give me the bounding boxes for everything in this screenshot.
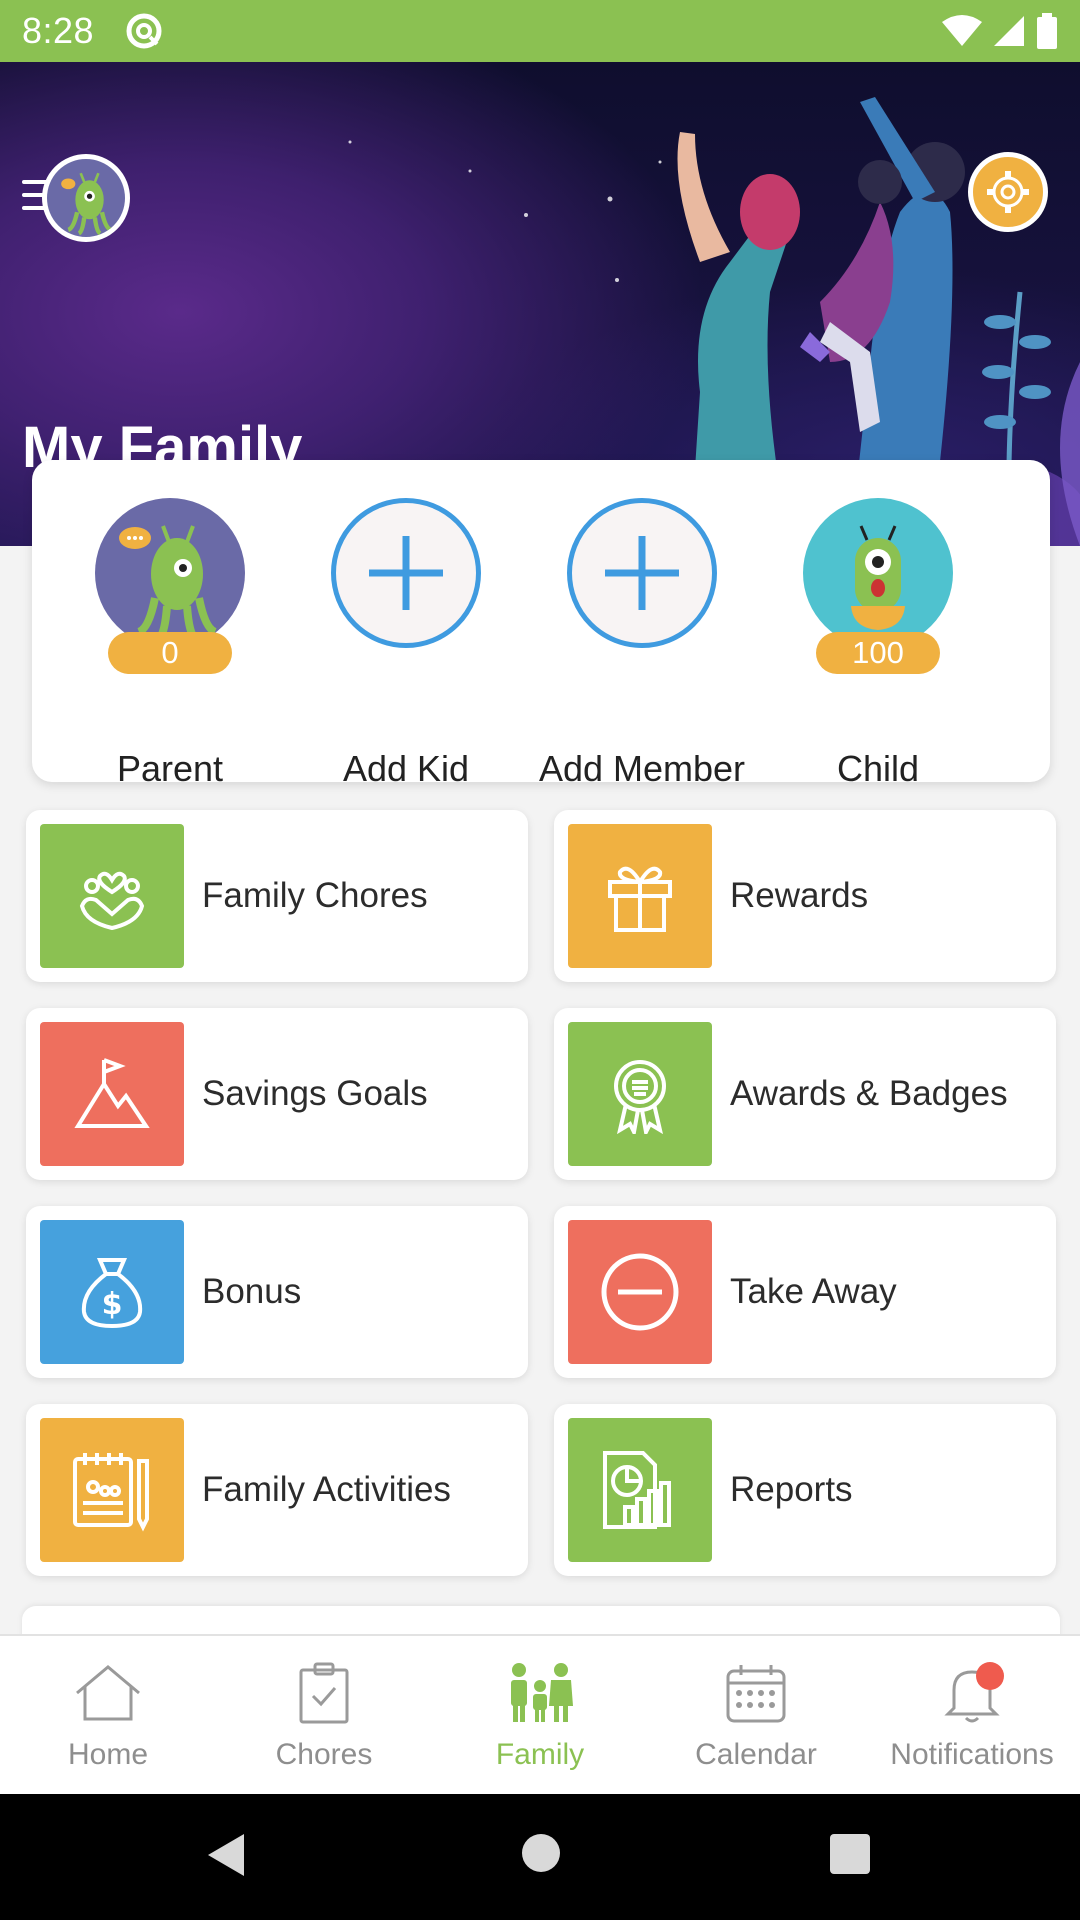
nav-calendar[interactable]: Calendar bbox=[648, 1636, 864, 1794]
report-chart-icon bbox=[568, 1418, 712, 1562]
add-member-circle bbox=[567, 498, 717, 648]
signal-icon bbox=[994, 16, 1024, 46]
tile-family-activities[interactable]: Family Activities bbox=[26, 1404, 528, 1576]
tile-label: Take Away bbox=[730, 1272, 897, 1311]
tile-label: Awards & Badges bbox=[730, 1074, 1008, 1113]
money-bag-icon: $ bbox=[40, 1220, 184, 1364]
points-badge: 0 bbox=[108, 632, 232, 674]
award-ribbon-icon bbox=[568, 1022, 712, 1166]
gift-icon bbox=[568, 824, 712, 968]
tile-label: Rewards bbox=[730, 876, 869, 915]
nav-home[interactable]: Home bbox=[0, 1636, 216, 1794]
settings-button[interactable] bbox=[968, 152, 1048, 232]
family-heart-icon bbox=[40, 824, 184, 968]
parent-avatar bbox=[95, 498, 245, 648]
tile-rewards[interactable]: Rewards bbox=[554, 810, 1056, 982]
wifi-icon bbox=[942, 15, 982, 46]
nav-label: Calendar bbox=[695, 1738, 817, 1771]
svg-text:$: $ bbox=[102, 1287, 123, 1322]
tile-reports[interactable]: Reports bbox=[554, 1404, 1056, 1576]
bell-icon bbox=[936, 1660, 1008, 1726]
nav-chores[interactable]: Chores bbox=[216, 1636, 432, 1794]
add-kid-circle bbox=[331, 498, 481, 648]
notification-badge bbox=[976, 1662, 1004, 1690]
recents-square-icon[interactable] bbox=[830, 1834, 870, 1874]
member-name: Add Kid bbox=[342, 748, 470, 789]
tile-label: Bonus bbox=[202, 1272, 302, 1311]
add-member-button[interactable]: Add Member bbox=[524, 498, 760, 789]
nav-family[interactable]: Family bbox=[432, 1636, 648, 1794]
tile-bonus[interactable]: $ Bonus bbox=[26, 1206, 528, 1378]
minus-circle-icon bbox=[568, 1220, 712, 1364]
add-kid-button[interactable]: Add Kid bbox=[288, 498, 524, 789]
tile-awards-badges[interactable]: Awards & Badges bbox=[554, 1008, 1056, 1180]
system-nav-bar bbox=[0, 1794, 1080, 1920]
member-name: Child bbox=[836, 748, 920, 789]
clipboard-check-icon bbox=[288, 1660, 360, 1726]
family-screen: 8:28 My Family 0 Parent Add Kid Add Memb… bbox=[0, 0, 1080, 1920]
nav-notifications[interactable]: Notifications bbox=[864, 1636, 1080, 1794]
tile-label: Savings Goals bbox=[202, 1074, 428, 1113]
member-child[interactable]: 100 Child bbox=[760, 498, 996, 789]
points-badge: 100 bbox=[816, 632, 940, 674]
nav-label: Chores bbox=[275, 1738, 373, 1771]
gear-icon bbox=[987, 171, 1029, 213]
mountain-flag-icon bbox=[40, 1022, 184, 1166]
nav-label: Home bbox=[67, 1738, 149, 1771]
nav-label: Family bbox=[495, 1738, 585, 1771]
bottom-nav: Home Chores Family Calendar Notification… bbox=[0, 1634, 1080, 1794]
home-icon bbox=[72, 1660, 144, 1726]
status-bar: 8:28 bbox=[0, 0, 1080, 62]
member-name: Add Member bbox=[538, 748, 746, 789]
family-icon bbox=[504, 1660, 576, 1726]
plus-icon bbox=[605, 536, 679, 610]
user-avatar bbox=[42, 154, 130, 242]
calendar-icon bbox=[720, 1660, 792, 1726]
back-icon[interactable] bbox=[206, 1832, 246, 1878]
tile-label: Family Activities bbox=[202, 1470, 451, 1509]
status-time: 8:28 bbox=[22, 10, 95, 51]
tile-savings-goals[interactable]: Savings Goals bbox=[26, 1008, 528, 1180]
notepad-pencil-icon bbox=[40, 1418, 184, 1562]
tile-family-chores[interactable]: Family Chores bbox=[26, 810, 528, 982]
child-avatar bbox=[803, 498, 953, 648]
member-parent[interactable]: 0 Parent bbox=[52, 498, 288, 789]
menu-button[interactable] bbox=[18, 154, 130, 244]
plus-icon bbox=[369, 536, 443, 610]
tile-label: Family Chores bbox=[202, 876, 428, 915]
home-circle-icon[interactable] bbox=[522, 1834, 560, 1872]
nav-label: Notifications bbox=[890, 1738, 1054, 1771]
tile-take-away[interactable]: Take Away bbox=[554, 1206, 1056, 1378]
tile-label: Reports bbox=[730, 1470, 853, 1509]
at-sign-icon bbox=[126, 13, 162, 49]
battery-icon bbox=[1037, 13, 1057, 49]
member-name: Parent bbox=[116, 748, 224, 789]
members-card: 0 Parent Add Kid Add Member 100 Child bbox=[32, 460, 1050, 789]
